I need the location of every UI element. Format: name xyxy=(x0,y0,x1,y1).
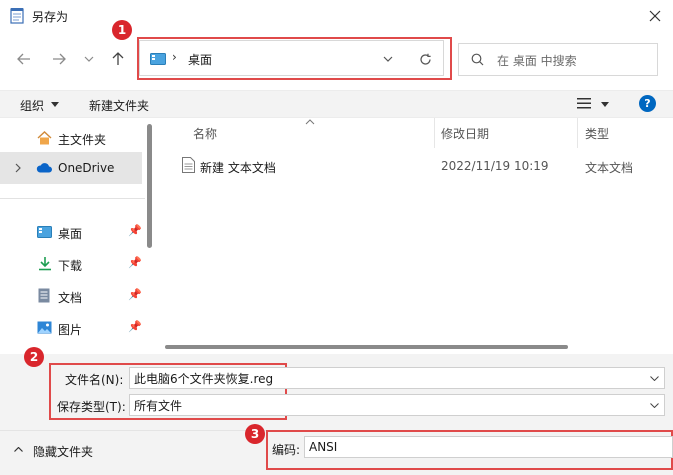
window-title: 另存为 xyxy=(32,10,69,24)
sidebar-scrollbar[interactable] xyxy=(147,124,152,248)
sidebar-item-documents[interactable]: 文档 📌 xyxy=(0,280,145,312)
hide-folders-label: 隐藏文件夹 xyxy=(33,445,94,459)
filetype-select[interactable]: 所有文件 xyxy=(129,394,665,416)
sidebar-item-label: 主文件夹 xyxy=(58,133,107,147)
column-header-name[interactable]: 名称 xyxy=(193,125,217,142)
up-button[interactable] xyxy=(106,47,130,71)
forward-button[interactable] xyxy=(47,47,71,71)
pin-icon: 📌 xyxy=(128,256,142,269)
encoding-label: 编码: xyxy=(272,443,301,457)
close-icon xyxy=(649,10,661,22)
filetype-label: 保存类型(T): xyxy=(57,400,126,414)
notepad-icon xyxy=(10,8,24,24)
pin-icon: 📌 xyxy=(128,224,142,237)
sidebar-item-onedrive[interactable]: OneDrive xyxy=(0,152,142,184)
sidebar-item-label: 图片 xyxy=(58,323,83,337)
text-file-icon xyxy=(182,157,195,173)
breadcrumb-separator: › xyxy=(172,50,177,64)
file-modified: 2022/11/19 10:19 xyxy=(441,159,549,173)
sidebar-item-label: 下载 xyxy=(58,259,83,273)
home-icon xyxy=(37,131,52,145)
encoding-select[interactable]: ANSI xyxy=(304,436,673,458)
search-input[interactable]: 在 桌面 中搜索 xyxy=(458,43,658,76)
navigation-pane: 主文件夹 OneDrive 桌面 📌 下载 📌 文档 📌 图片 📌 xyxy=(0,118,160,354)
pin-icon: 📌 xyxy=(128,320,142,333)
filename-field[interactable]: 此电脑6个文件夹恢复.reg xyxy=(129,367,665,389)
column-divider[interactable] xyxy=(577,118,578,148)
file-type: 文本文档 xyxy=(585,161,634,175)
sidebar-item-label: 桌面 xyxy=(58,227,83,241)
desktop-icon xyxy=(37,226,52,238)
horizontal-scrollbar[interactable] xyxy=(165,345,568,349)
filename-value: 此电脑6个文件夹恢复.reg xyxy=(134,371,274,386)
step-badge-1: 1 xyxy=(112,20,132,40)
column-header-modified[interactable]: 修改日期 xyxy=(441,125,489,142)
sidebar-item-label: 文档 xyxy=(58,291,83,305)
sidebar-item-home[interactable]: 主文件夹 xyxy=(0,122,145,154)
filename-label: 文件名(N): xyxy=(65,373,124,387)
table-row[interactable]: 新建 文本文档 2022/11/19 10:19 文本文档 xyxy=(170,152,670,180)
title-bar: 另存为 xyxy=(0,0,673,32)
sidebar-item-desktop[interactable]: 桌面 📌 xyxy=(0,216,145,248)
close-button[interactable] xyxy=(642,4,668,28)
sidebar-item-label: OneDrive xyxy=(58,161,115,175)
picture-icon xyxy=(37,321,52,334)
cloud-icon xyxy=(36,163,52,173)
encoding-value: ANSI xyxy=(309,440,338,454)
sidebar-item-downloads[interactable]: 下载 📌 xyxy=(0,248,145,280)
breadcrumb-current[interactable]: 桌面 xyxy=(188,51,212,68)
pin-icon: 📌 xyxy=(128,288,142,301)
chevron-down-icon[interactable] xyxy=(383,56,393,62)
sort-ascending-icon xyxy=(305,119,315,125)
list-view-icon xyxy=(577,98,591,109)
arrow-left-icon xyxy=(17,53,30,65)
chevron-down-icon[interactable] xyxy=(650,376,659,381)
view-options-button[interactable] xyxy=(577,98,591,112)
filetype-value: 所有文件 xyxy=(134,398,183,413)
step-badge-3: 3 xyxy=(245,424,265,444)
arrow-right-icon xyxy=(53,53,66,65)
recent-locations-button[interactable] xyxy=(77,47,101,71)
search-icon xyxy=(471,53,484,66)
document-icon xyxy=(38,288,50,303)
chevron-down-icon[interactable] xyxy=(650,403,659,408)
new-folder-button[interactable]: 新建文件夹 xyxy=(89,97,149,114)
column-header-type[interactable]: 类型 xyxy=(585,125,609,142)
chevron-up-icon xyxy=(14,447,23,452)
command-bar: 组织 新建文件夹 ? xyxy=(0,90,673,118)
download-icon xyxy=(39,257,51,271)
chevron-right-icon[interactable] xyxy=(15,163,21,173)
file-name: 新建 文本文档 xyxy=(200,161,276,175)
address-bar[interactable]: › 桌面 xyxy=(139,40,444,76)
desktop-icon xyxy=(150,53,166,65)
organize-button[interactable]: 组织 xyxy=(20,97,44,114)
sidebar-item-pictures[interactable]: 图片 📌 xyxy=(0,312,145,344)
help-icon[interactable]: ? xyxy=(639,95,656,112)
step-badge-2: 2 xyxy=(24,347,44,367)
arrow-up-icon xyxy=(112,52,124,65)
caret-down-icon xyxy=(51,102,59,107)
caret-down-icon[interactable] xyxy=(601,102,609,107)
sidebar-divider xyxy=(0,198,145,199)
search-placeholder: 在 桌面 中搜索 xyxy=(497,54,577,68)
column-divider[interactable] xyxy=(434,118,435,148)
chevron-down-icon xyxy=(84,56,94,62)
back-button[interactable] xyxy=(12,47,36,71)
refresh-icon[interactable] xyxy=(419,53,432,66)
